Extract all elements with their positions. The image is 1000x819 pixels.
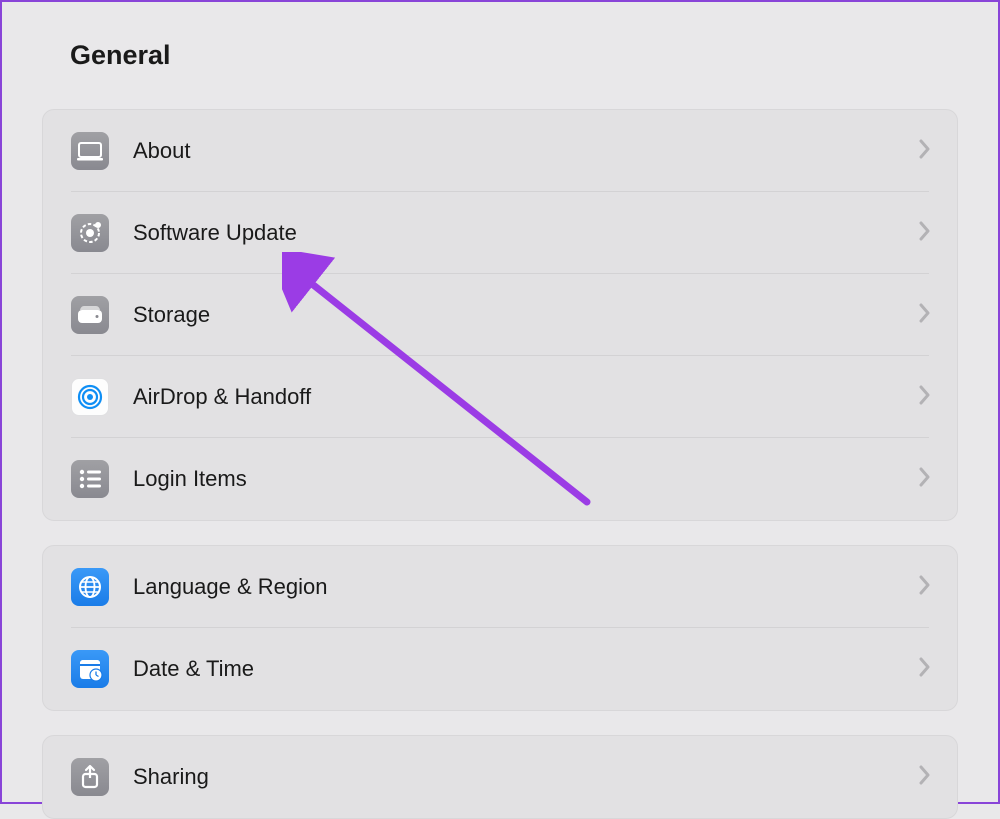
sharing-icon xyxy=(71,758,109,796)
item-label: Sharing xyxy=(133,764,919,790)
list-item-date-time[interactable]: Date & Time xyxy=(43,628,957,710)
chevron-right-icon xyxy=(919,385,931,410)
settings-section-1: About Software Update Storage AirDrop & … xyxy=(42,109,958,521)
page-title: General xyxy=(2,2,998,91)
airdrop-icon xyxy=(71,378,109,416)
date-time-icon xyxy=(71,650,109,688)
chevron-right-icon xyxy=(919,657,931,682)
about-icon xyxy=(71,132,109,170)
item-label: Language & Region xyxy=(133,574,919,600)
item-label: AirDrop & Handoff xyxy=(133,384,919,410)
item-label: About xyxy=(133,138,919,164)
list-item-login-items[interactable]: Login Items xyxy=(43,438,957,520)
chevron-right-icon xyxy=(919,467,931,492)
item-label: Storage xyxy=(133,302,919,328)
chevron-right-icon xyxy=(919,139,931,164)
item-label: Software Update xyxy=(133,220,919,246)
language-icon xyxy=(71,568,109,606)
list-item-sharing[interactable]: Sharing xyxy=(43,736,957,818)
settings-section-2: Language & Region Date & Time xyxy=(42,545,958,711)
settings-section-3: Sharing xyxy=(42,735,958,819)
item-label: Date & Time xyxy=(133,656,919,682)
chevron-right-icon xyxy=(919,303,931,328)
login-items-icon xyxy=(71,460,109,498)
list-item-storage[interactable]: Storage xyxy=(43,274,957,356)
chevron-right-icon xyxy=(919,221,931,246)
chevron-right-icon xyxy=(919,765,931,790)
item-label: Login Items xyxy=(133,466,919,492)
list-item-software-update[interactable]: Software Update xyxy=(43,192,957,274)
list-item-language-region[interactable]: Language & Region xyxy=(43,546,957,628)
chevron-right-icon xyxy=(919,575,931,600)
storage-icon xyxy=(71,296,109,334)
list-item-airdrop-handoff[interactable]: AirDrop & Handoff xyxy=(43,356,957,438)
software-update-icon xyxy=(71,214,109,252)
list-item-about[interactable]: About xyxy=(43,110,957,192)
